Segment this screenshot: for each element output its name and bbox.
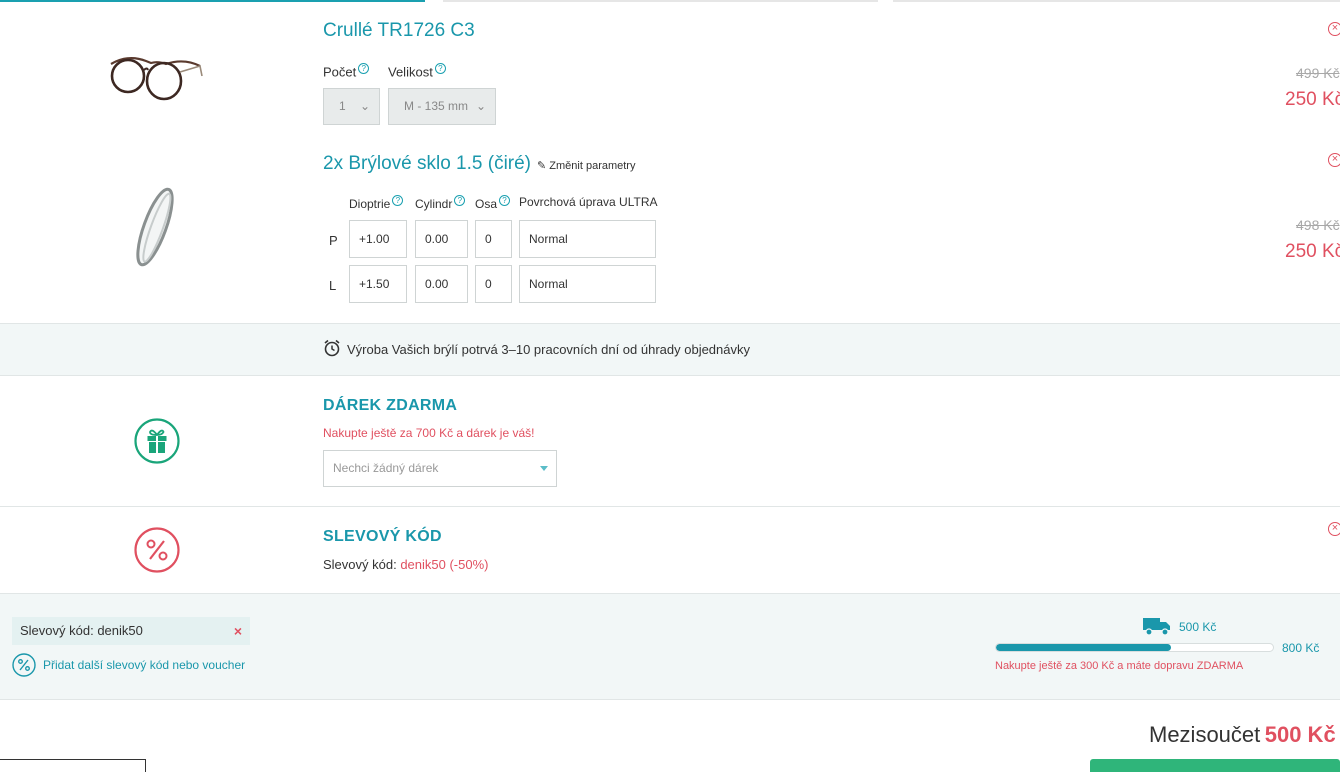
help-icon[interactable]: ?: [392, 195, 404, 206]
col-dioptrie-text: Dioptrie: [349, 197, 391, 211]
divider: [0, 323, 1340, 324]
size-select[interactable]: M - 135 mm ⌄: [388, 88, 496, 125]
percent-icon: [12, 653, 36, 677]
frame-old-price: 499 Kč: [1296, 65, 1340, 81]
dioptrie-field[interactable]: +1.00: [349, 220, 407, 258]
osa-field[interactable]: 0: [475, 220, 512, 258]
osa-field[interactable]: 0: [475, 265, 512, 303]
col-coating: Povrchová úprava ULTRA: [519, 195, 658, 209]
subtotal-value: 500 Kč: [1264, 722, 1336, 747]
size-label: Velikost?: [388, 63, 446, 79]
back-button[interactable]: [0, 759, 146, 772]
chevron-down-icon: ⌄: [475, 99, 486, 113]
subtotal: Mezisoučet 500 Kč: [1149, 722, 1336, 748]
coating-field[interactable]: Normal: [519, 265, 656, 303]
col-cylindr-text: Cylindr: [415, 197, 453, 211]
pencil-icon: ✎: [537, 160, 547, 172]
help-icon[interactable]: ?: [358, 63, 370, 74]
shipping-current: 500 Kč: [1179, 620, 1217, 634]
shipping-message: Nakupte ještě za 300 Kč a máte dopravu Z…: [995, 660, 1244, 672]
change-parameters-link[interactable]: ✎ Změnit parametry: [537, 159, 635, 172]
alarm-clock-icon: [324, 339, 340, 357]
gift-select-value: Nechci žádný dárek: [333, 461, 439, 475]
quantity-label: Počet?: [323, 63, 370, 80]
subtotal-label: Mezisoučet: [1149, 722, 1261, 747]
gift-select[interactable]: Nechci žádný dárek: [323, 450, 557, 487]
col-osa-text: Osa: [475, 197, 498, 211]
remove-discount-icon[interactable]: ×: [1328, 522, 1340, 536]
divider: [0, 593, 1340, 594]
quantity-label-text: Počet: [323, 64, 357, 80]
shipping-progress-bar: [995, 643, 1274, 652]
gift-icon: [134, 418, 180, 464]
col-dioptrie: Dioptrie?: [349, 195, 404, 211]
frame-new-price: 250 Kč: [1285, 89, 1340, 110]
cylindr-field[interactable]: 0.00: [415, 265, 468, 303]
divider: [0, 506, 1340, 507]
change-parameters-label: Změnit parametry: [549, 160, 636, 172]
voucher-chip-code: denik50: [97, 623, 143, 638]
remove-frame-icon[interactable]: ×: [1328, 22, 1340, 36]
production-notice-text: Výroba Vašich brýlí potrvá 3–10 pracovní…: [347, 342, 750, 357]
col-osa: Osa?: [475, 195, 511, 211]
continue-button[interactable]: [1090, 759, 1340, 772]
discount-title: SLEVOVÝ KÓD: [323, 528, 442, 545]
tab-indicator: [893, 0, 1340, 2]
divider: [0, 375, 1340, 376]
delivery-truck-icon: [1143, 618, 1170, 636]
frame-title[interactable]: Crullé TR1726 C3: [323, 20, 475, 42]
row-side-label: L: [329, 278, 337, 293]
top-progress-tabs: [0, 0, 1340, 3]
voucher-chip: Slevový kód: denik50 ×: [12, 617, 250, 645]
shipping-progress-fill: [996, 644, 1171, 651]
help-icon[interactable]: ?: [454, 195, 466, 206]
shipping-target: 800 Kč: [1282, 641, 1320, 655]
gift-subtitle: Nakupte ještě za 700 Kč a dárek je váš!: [323, 426, 535, 440]
cylindr-field[interactable]: 0.00: [415, 220, 468, 258]
lens-old-price: 498 Kč: [1296, 217, 1340, 233]
lens-new-price: 250 Kč: [1285, 241, 1340, 262]
eyeglasses-image: [110, 57, 203, 101]
help-icon[interactable]: ?: [499, 195, 511, 206]
quantity-select[interactable]: 1 ⌄: [323, 88, 380, 125]
voucher-chip-label: Slevový kód:: [20, 623, 94, 638]
quantity-value: 1: [339, 99, 346, 113]
discount-label: Slevový kód:: [323, 557, 397, 572]
size-value: M - 135 mm: [404, 99, 469, 113]
lens-image: [136, 187, 174, 267]
add-voucher-link[interactable]: Přidat další slevový kód nebo voucher: [43, 658, 245, 672]
percent-icon: [134, 527, 180, 573]
col-cylindr: Cylindr?: [415, 195, 466, 211]
divider: [0, 699, 1340, 700]
help-icon[interactable]: ?: [434, 63, 446, 74]
tab-indicator-active: [0, 0, 425, 2]
row-side-label: P: [329, 233, 338, 248]
remove-lens-icon[interactable]: ×: [1328, 153, 1340, 167]
caret-down-icon: [540, 466, 548, 471]
coating-field[interactable]: Normal: [519, 220, 656, 258]
dioptrie-field[interactable]: +1.50: [349, 265, 407, 303]
chevron-down-icon: ⌄: [359, 99, 370, 113]
size-label-text: Velikost: [388, 64, 433, 80]
discount-code: denik50 (-50%): [400, 557, 489, 572]
close-icon[interactable]: ×: [234, 617, 242, 645]
discount-line: Slevový kód: denik50 (-50%): [323, 557, 488, 572]
gift-title: DÁREK ZDARMA: [323, 397, 458, 414]
tab-indicator: [443, 0, 878, 2]
lens-title[interactable]: 2x Brýlové sklo 1.5 (čiré): [323, 153, 531, 175]
